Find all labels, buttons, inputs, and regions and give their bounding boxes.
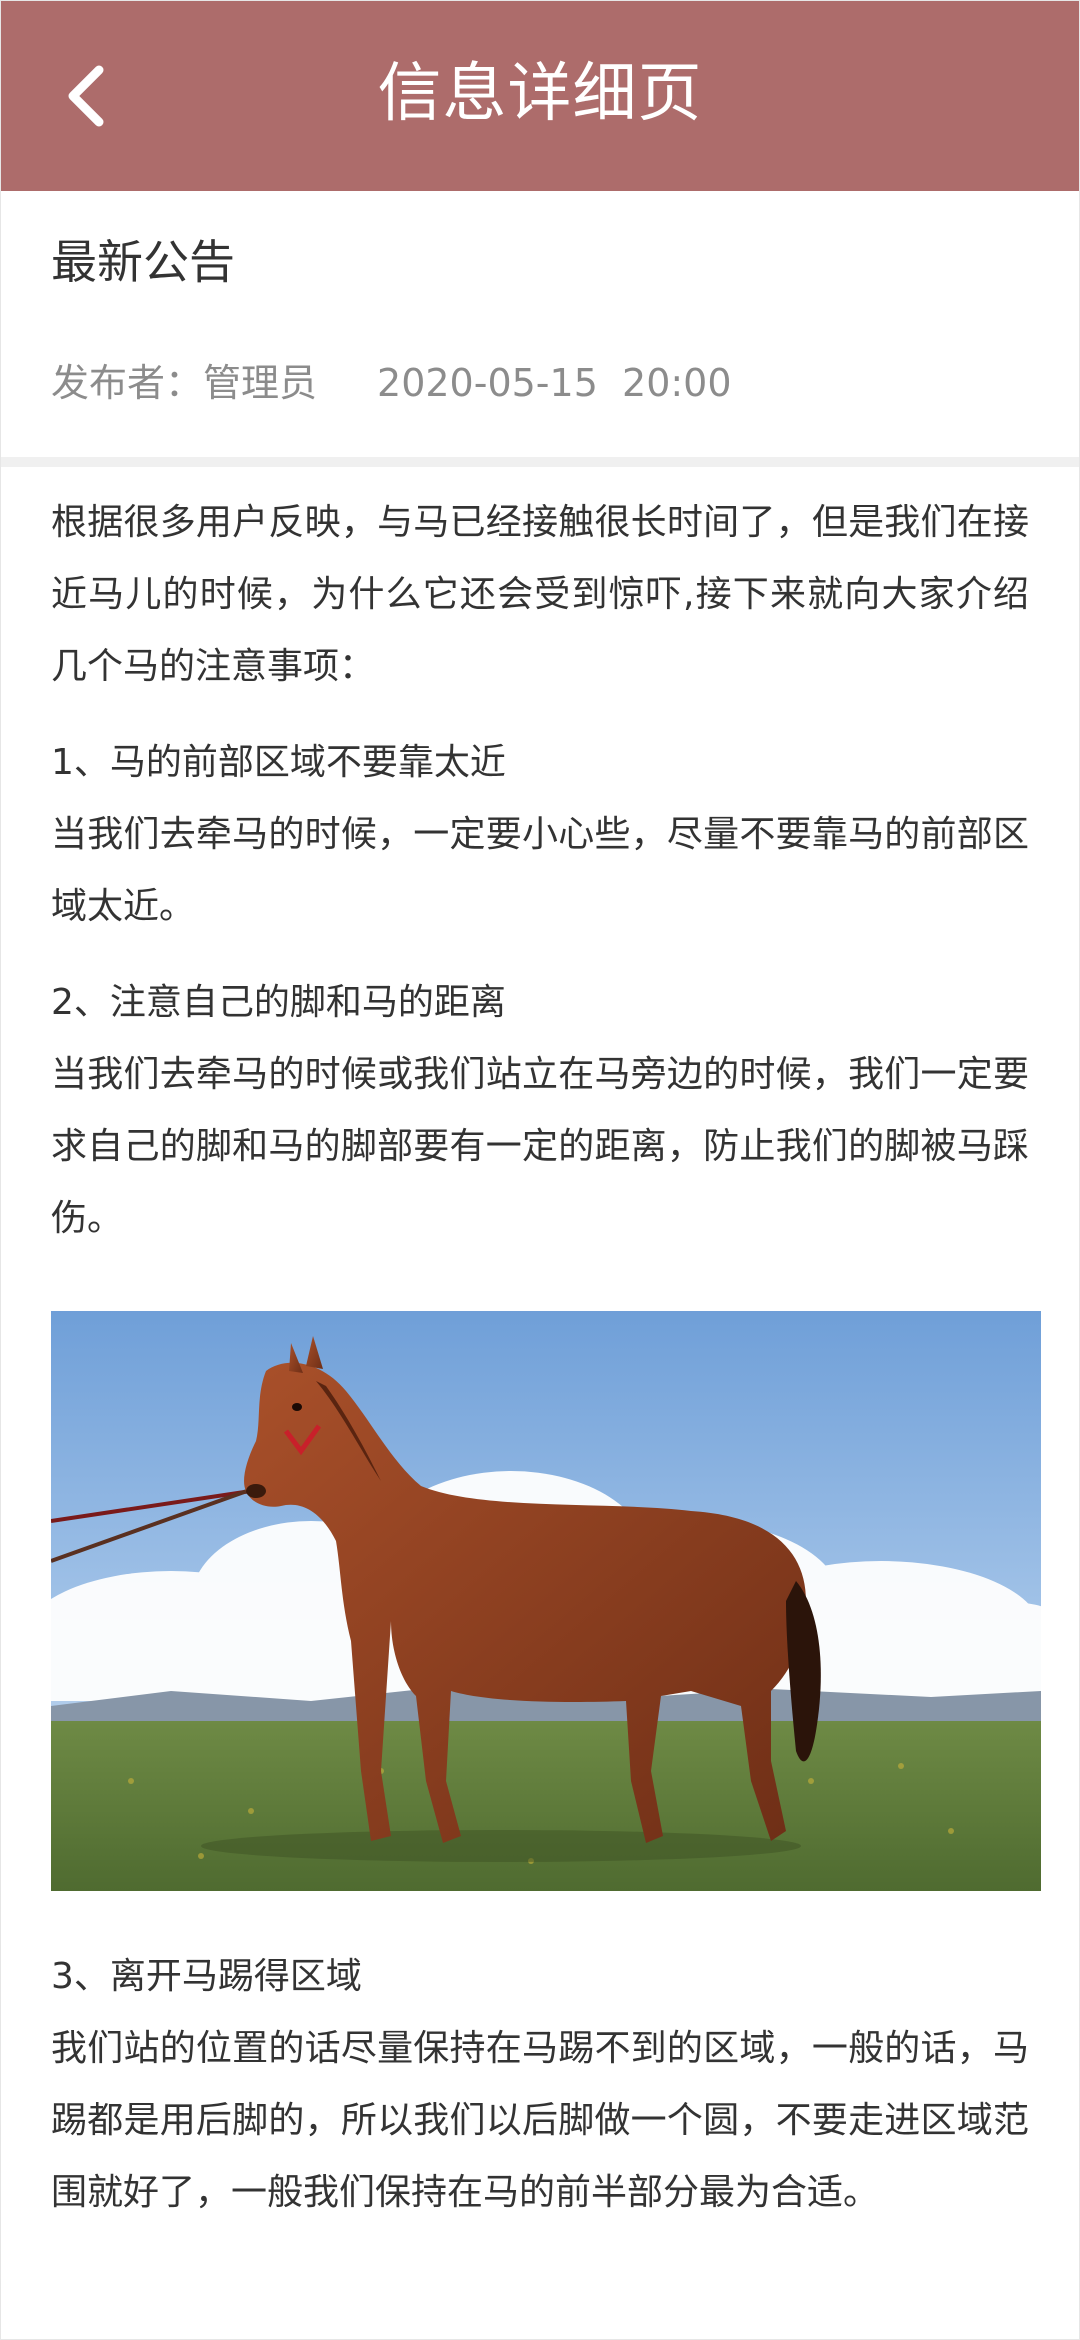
page: 信息详细页 最新公告 发布者：管理员 2020-05-15 20:00 根据很多用… bbox=[0, 0, 1080, 2340]
page-title: 信息详细页 bbox=[377, 57, 703, 131]
app-header: 信息详细页 bbox=[1, 1, 1079, 191]
section-heading: 1、马的前部区域不要靠太近 bbox=[51, 742, 506, 783]
horse-photo bbox=[51, 1311, 1041, 1891]
section-heading: 3、离开马踢得区域 bbox=[51, 1956, 362, 1997]
article-meta: 发布者：管理员 2020-05-15 20:00 bbox=[51, 353, 1029, 413]
author-name: 管理员 bbox=[203, 361, 318, 405]
section-body: 当我们去牵马的时候，一定要小心些，尽量不要靠马的前部区域太近。 bbox=[51, 814, 1029, 927]
intro-paragraph: 根据很多用户反映，与马已经接触很长时间了，但是我们在接近马儿的时候，为什么它还会… bbox=[51, 502, 1029, 687]
article-header: 最新公告 发布者：管理员 2020-05-15 20:00 bbox=[1, 229, 1079, 413]
article-content: 根据很多用户反映，与马已经接触很长时间了，但是我们在接近马儿的时候，为什么它还会… bbox=[1, 467, 1079, 2229]
author-label: 发布者： bbox=[51, 361, 204, 405]
article-title: 最新公告 bbox=[51, 235, 235, 289]
section-heading: 2、注意自己的脚和马的距离 bbox=[51, 982, 506, 1023]
section-divider bbox=[1, 457, 1079, 467]
section-body: 当我们去牵马的时候或我们站立在马旁边的时候，我们一定要求自己的脚和马的脚部要有一… bbox=[51, 1054, 1029, 1239]
publish-date: 2020-05-15 20:00 bbox=[377, 361, 732, 405]
section-body: 我们站的位置的话尽量保持在马踢不到的区域，一般的话，马踢都是用后脚的，所以我们以… bbox=[51, 2028, 1029, 2213]
